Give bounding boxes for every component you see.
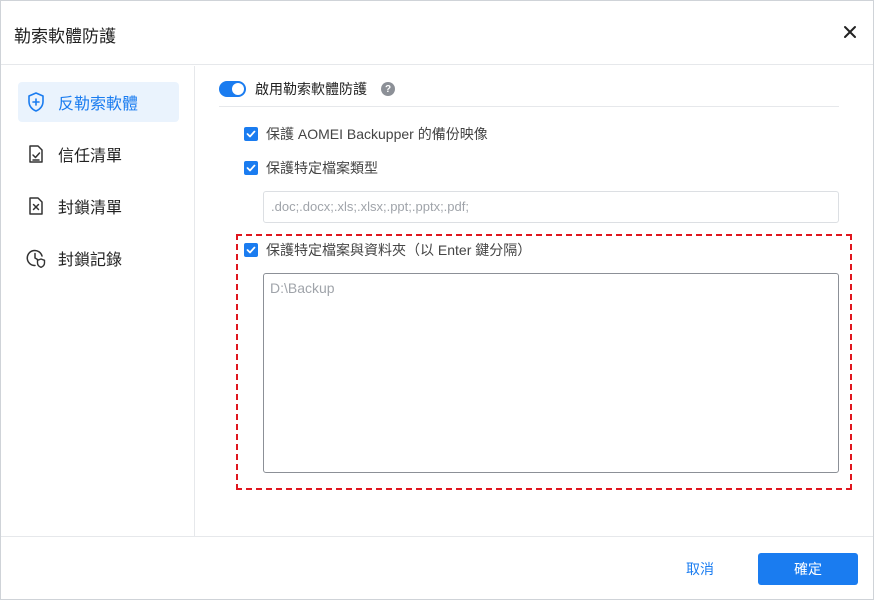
option-file-types-row: 保護特定檔案類型	[244, 158, 378, 178]
backup-image-label: 保護 AOMEI Backupper 的備份映像	[266, 126, 488, 142]
main-content: 啟用勒索軟體防護 ? 保護 AOMEI Backupper 的備份映像 保護特定…	[196, 66, 873, 536]
document-x-icon	[24, 194, 48, 218]
toggle-knob	[232, 83, 244, 95]
option-backup-image-row: 保護 AOMEI Backupper 的備份映像	[244, 124, 488, 144]
shield-plus-icon	[24, 90, 48, 114]
sidebar-item-label: 封鎖記錄	[58, 252, 123, 269]
sidebar-item-block-log[interactable]: 封鎖記錄	[18, 238, 179, 278]
clock-shield-icon	[24, 246, 48, 270]
sidebar-item-anti-ransomware[interactable]: 反勒索軟體	[18, 82, 179, 122]
cancel-button[interactable]: 取消	[671, 554, 729, 584]
sidebar-item-label: 封鎖清單	[58, 200, 123, 217]
sidebar-item-label: 反勒索軟體	[58, 96, 139, 113]
file-types-input[interactable]: .doc;.docx;.xls;.xlsx;.ppt;.pptx;.pdf;	[263, 191, 839, 223]
folders-label: 保護特定檔案與資料夾（以 Enter 鍵分隔）	[266, 242, 532, 258]
ok-button[interactable]: 確定	[758, 553, 858, 585]
sidebar-item-trust-list[interactable]: 信任清單	[18, 134, 179, 174]
title-bar: 勒索軟體防護	[1, 1, 873, 65]
backup-image-checkbox[interactable]	[244, 127, 258, 141]
option-folders-row: 保護特定檔案與資料夾（以 Enter 鍵分隔）	[244, 240, 531, 260]
close-icon[interactable]	[841, 23, 859, 41]
enable-protection-toggle[interactable]	[219, 81, 246, 97]
help-icon[interactable]: ?	[381, 82, 395, 96]
folders-textarea[interactable]: D:\Backup	[263, 273, 839, 473]
sidebar: 反勒索軟體 信任清單 封鎖清單 封鎖記錄	[1, 66, 195, 536]
sidebar-item-label: 信任清單	[58, 148, 123, 165]
ransomware-protection-dialog: 勒索軟體防護 反勒索軟體 信任清單 封鎖清單 封鎖記錄 啟用勒索軟體防護 ? 保…	[0, 0, 874, 600]
folders-checkbox[interactable]	[244, 243, 258, 257]
file-types-label: 保護特定檔案類型	[266, 160, 378, 176]
file-types-checkbox[interactable]	[244, 161, 258, 175]
enable-protection-label: 啟用勒索軟體防護	[255, 81, 367, 97]
divider	[219, 106, 839, 107]
document-check-icon	[24, 142, 48, 166]
footer: 取消 確定	[1, 536, 873, 600]
enable-protection-row: 啟用勒索軟體防護 ?	[219, 79, 395, 99]
dialog-title: 勒索軟體防護	[14, 27, 116, 46]
sidebar-item-block-list[interactable]: 封鎖清單	[18, 186, 179, 226]
